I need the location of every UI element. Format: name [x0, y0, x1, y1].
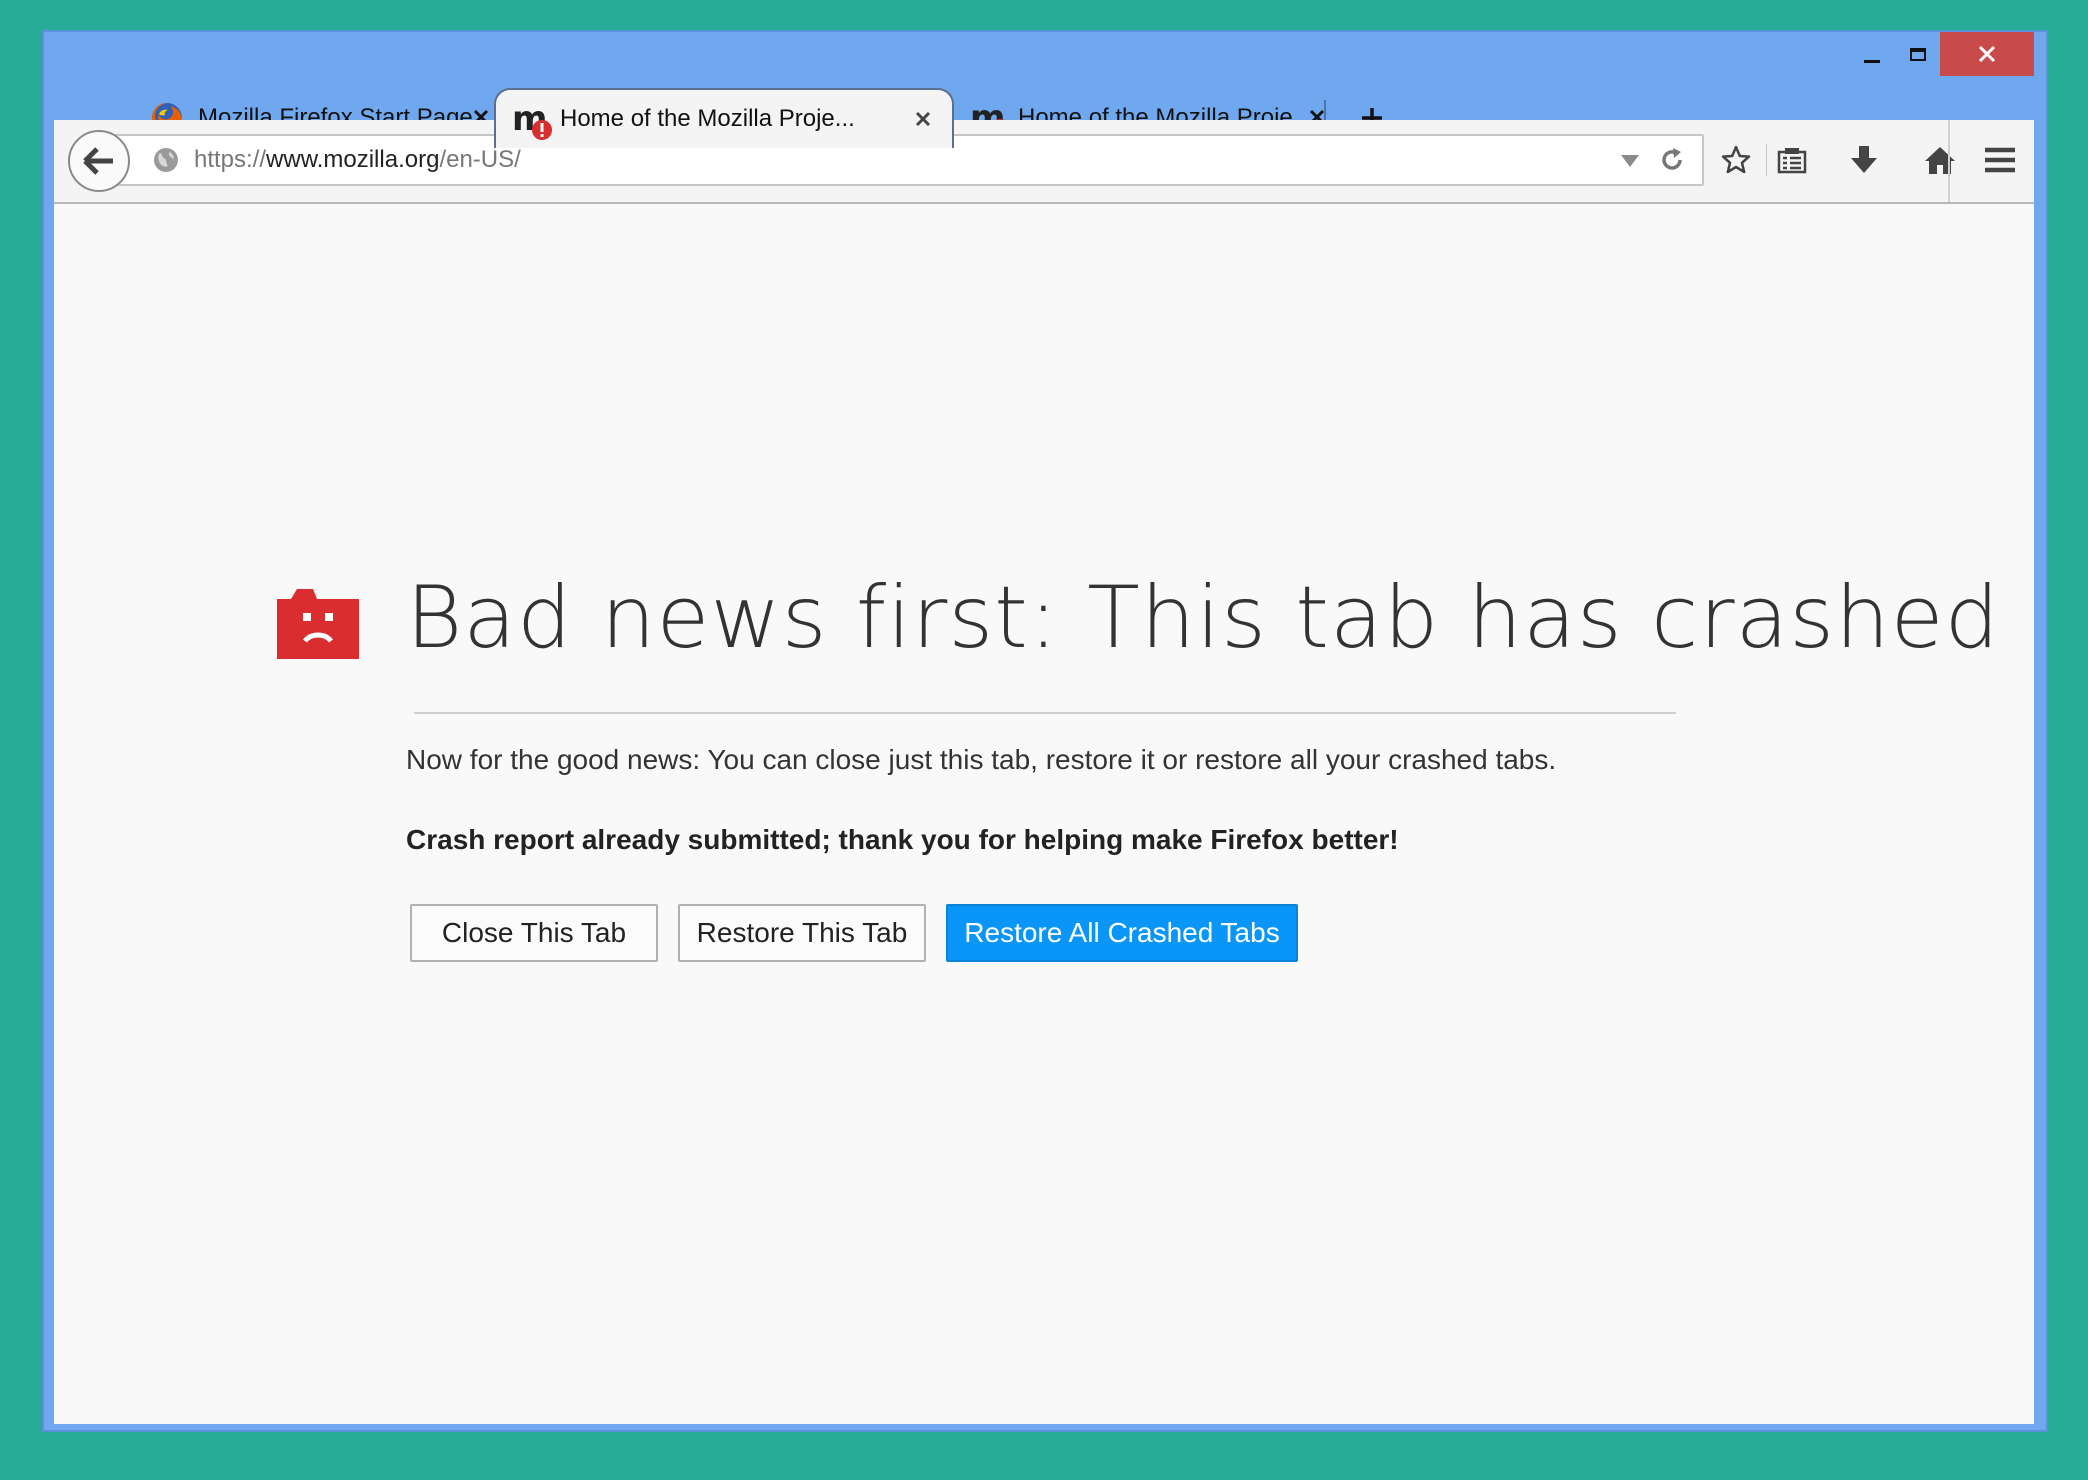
tab-mozilla-crashed-active[interactable]: m Home of the Mozilla Proje...	[494, 88, 954, 148]
close-icon	[915, 111, 931, 127]
page-title: Bad news first: This tab has crashed	[406, 568, 2001, 668]
url-host: www.mozilla.org	[266, 146, 440, 173]
menu-button[interactable]	[1978, 138, 2022, 182]
page-content: Bad news first: This tab has crashed Now…	[54, 204, 2034, 1424]
hamburger-menu-icon	[1985, 147, 2015, 173]
back-button[interactable]	[68, 130, 130, 192]
reload-icon[interactable]	[1658, 146, 1686, 179]
close-this-tab-button[interactable]: Close This Tab	[410, 904, 658, 962]
maximize-icon	[1910, 47, 1926, 61]
star-icon	[1721, 145, 1751, 174]
navigation-toolbar: https://www.mozilla.org/en-US/	[54, 120, 2034, 204]
restore-all-crashed-tabs-button[interactable]: Restore All Crashed Tabs	[946, 904, 1298, 962]
url-path: /en-US/	[439, 146, 521, 173]
download-arrow-icon	[1851, 146, 1877, 173]
good-news-message: Now for the good news: You can close jus…	[406, 744, 1557, 775]
back-arrow-icon	[83, 147, 113, 175]
bookmarks-list-icon	[1777, 148, 1807, 174]
browser-window: Mozilla Firefox Start Page m Home of the…	[42, 30, 2048, 1432]
home-button[interactable]	[1918, 138, 1962, 182]
crash-report-status: Crash report already submitted; thank yo…	[406, 824, 1399, 855]
divider	[414, 712, 1676, 714]
mozilla-crashed-icon: m	[512, 99, 552, 140]
sad-tab-icon	[277, 589, 359, 659]
toolbar-separator	[1948, 120, 1950, 202]
tab-title: Home of the Mozilla Proje...	[560, 105, 855, 132]
bookmark-star-button[interactable]	[1714, 138, 1758, 182]
toolbar-separator	[1766, 144, 1767, 176]
home-icon	[1925, 147, 1955, 174]
bookmarks-menu-button[interactable]	[1770, 138, 1814, 182]
url-scheme: https://	[194, 146, 267, 173]
restore-this-tab-button[interactable]: Restore This Tab	[678, 904, 926, 962]
globe-icon	[152, 146, 180, 174]
url-text: https://www.mozilla.org/en-US/	[194, 146, 521, 174]
tab-close-button[interactable]	[908, 104, 938, 134]
downloads-button[interactable]	[1842, 138, 1886, 182]
history-dropdown-icon[interactable]	[1620, 154, 1640, 173]
